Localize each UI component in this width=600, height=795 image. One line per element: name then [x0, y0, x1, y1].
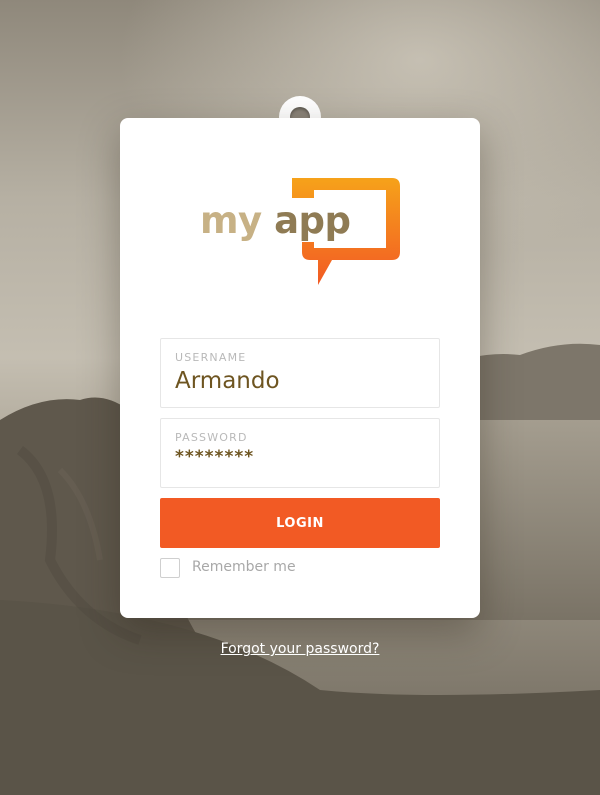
- speech-bubble-icon: [292, 178, 400, 285]
- login-card: my app USERNAME Armando PASSWORD *******…: [120, 118, 480, 618]
- password-input[interactable]: ********: [175, 447, 254, 467]
- username-field[interactable]: USERNAME Armando: [160, 338, 440, 408]
- forgot-password-link[interactable]: Forgot your password?: [0, 641, 600, 657]
- app-logo: my app: [200, 176, 400, 288]
- username-label: USERNAME: [175, 351, 247, 364]
- logo-word-my: my: [200, 199, 262, 242]
- login-button[interactable]: LOGIN: [160, 498, 440, 548]
- username-input[interactable]: Armando: [175, 368, 280, 394]
- remember-me-checkbox[interactable]: [160, 558, 180, 578]
- password-field[interactable]: PASSWORD ********: [160, 418, 440, 488]
- remember-me-label[interactable]: Remember me: [192, 559, 296, 575]
- password-label: PASSWORD: [175, 431, 248, 444]
